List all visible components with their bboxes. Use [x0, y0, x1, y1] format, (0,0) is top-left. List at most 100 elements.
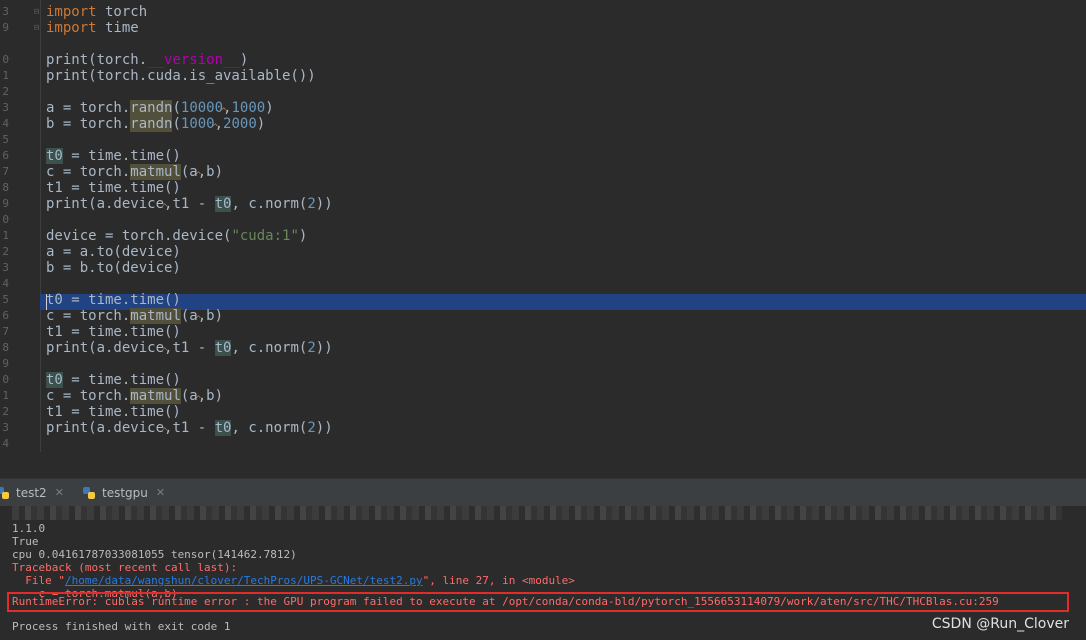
run-panel: test2 ✕ testgpu ✕ 1.1.0 True cpu 0.04161… — [0, 478, 1086, 640]
console-error-line: File "/home/data/wangshun/clover/TechPro… — [12, 574, 575, 587]
dunder-attribute: __version__ — [147, 52, 240, 68]
line-number: 7 — [2, 165, 9, 178]
line-number: 2 — [2, 245, 9, 258]
code-line-current[interactable]: t0 = time.time() — [46, 292, 181, 308]
line-number: 6 — [2, 309, 9, 322]
number-literal: 1000 — [180, 116, 215, 132]
tab-testgpu[interactable]: testgpu ✕ — [82, 479, 165, 506]
comma: , — [223, 100, 231, 116]
line-number: 3 — [2, 421, 9, 434]
code-line[interactable]: import torch — [46, 4, 147, 20]
line-number: 5 — [2, 293, 9, 306]
code-line[interactable]: print(a.device,t1 - t0, c.norm(2)) — [46, 420, 333, 436]
number-literal: 10000 — [180, 100, 224, 116]
code-line[interactable]: t1 = time.time() — [46, 180, 181, 196]
line-number: 4 — [2, 117, 9, 130]
code-text: ( — [172, 100, 181, 116]
code-line[interactable]: t0 = time.time() — [46, 148, 181, 164]
line-number: 7 — [2, 325, 9, 338]
comma: , — [215, 116, 223, 132]
code-line[interactable]: b = torch.randn(1000,2000) — [46, 116, 265, 132]
line-number: 2 — [2, 405, 9, 418]
code-line[interactable]: print(a.device,t1 - t0, c.norm(2)) — [46, 196, 333, 212]
code-text: , c.norm( — [231, 196, 308, 212]
variable-t0: t0 — [214, 420, 232, 436]
code-editor[interactable]: 3 9 0 1 2 3 4 5 6 7 8 9 0 1 2 3 4 5 6 7 … — [0, 0, 1086, 452]
function-name: randn — [130, 100, 173, 116]
code-text: File " — [12, 574, 65, 587]
code-text: print(torch. — [46, 52, 148, 68]
keyword: import — [46, 20, 97, 36]
code-line[interactable]: t0 = time.time() — [46, 372, 181, 388]
code-text: )) — [315, 340, 333, 356]
code-text: )) — [315, 196, 333, 212]
variable-t0: t0 — [214, 196, 232, 212]
line-number: 6 — [2, 149, 9, 162]
tab-label: test2 — [16, 485, 47, 500]
line-number: 9 — [2, 357, 9, 370]
code-line[interactable]: c = torch.matmul(a,b) — [46, 388, 223, 404]
code-text: b = torch. — [46, 116, 131, 132]
code-text: print(a.device — [46, 340, 165, 356]
code-line[interactable]: device = torch.device("cuda:1") — [46, 228, 307, 244]
code-line[interactable]: import time — [46, 20, 139, 36]
python-icon — [0, 486, 9, 499]
code-line[interactable]: t1 = time.time() — [46, 324, 181, 340]
code-text: t1 - — [172, 420, 215, 436]
tab-test2[interactable]: test2 ✕ — [0, 479, 64, 506]
code-text: print(a.device — [46, 196, 165, 212]
code-text: c = torch. — [46, 388, 131, 404]
code-text: t1 - — [172, 196, 215, 212]
variable-t0: t0 — [214, 340, 232, 356]
number-literal: 2 — [307, 420, 316, 436]
line-number: 5 — [2, 133, 9, 146]
close-icon[interactable]: ✕ — [156, 486, 165, 499]
variable-t0: t0 — [46, 372, 63, 388]
gutter-divider — [40, 0, 41, 452]
code-text: c = torch. — [46, 308, 131, 324]
code-line[interactable]: c = torch.matmul(a,b) — [46, 308, 223, 324]
code-line[interactable]: a = torch.randn(10000,1000) — [46, 100, 274, 116]
line-number-gutter: 3 9 0 1 2 3 4 5 6 7 8 9 0 1 2 3 4 5 6 7 … — [0, 0, 40, 452]
code-line[interactable]: c = torch.matmul(a,b) — [46, 164, 223, 180]
close-icon[interactable]: ✕ — [55, 486, 64, 499]
console-output[interactable]: 1.1.0 True cpu 0.04161787033081055 tenso… — [0, 506, 1086, 640]
code-text: b) — [206, 388, 224, 404]
code-text: a = torch. — [46, 100, 131, 116]
console-line: cpu 0.04161787033081055 tensor(141462.78… — [12, 548, 297, 561]
comma: , — [198, 388, 206, 404]
function-name: randn — [130, 116, 173, 132]
code-text: b) — [206, 164, 224, 180]
code-line[interactable]: print(torch.__version__) — [46, 52, 248, 68]
code-text: ( — [172, 116, 181, 132]
line-number: 8 — [2, 181, 9, 194]
code-text: ) — [298, 228, 308, 244]
line-number: 0 — [2, 213, 9, 226]
line-number: 0 — [2, 373, 9, 386]
code-line[interactable]: print(torch.cuda.is_available()) — [46, 68, 316, 84]
comma: , — [164, 340, 172, 356]
code-text: t1 - — [172, 340, 215, 356]
console-line: True — [12, 535, 39, 548]
code-text: = time.time() — [62, 148, 181, 164]
number-literal: 2000 — [223, 116, 257, 132]
python-icon — [83, 486, 95, 499]
keyword: import — [46, 4, 97, 20]
code-line[interactable]: a = a.to(device) — [46, 244, 181, 260]
code-text: ) — [239, 52, 249, 68]
code-text: b) — [206, 308, 224, 324]
variable-t0: t0 — [46, 148, 63, 164]
function-name: matmul — [130, 308, 181, 324]
code-line[interactable]: print(a.device,t1 - t0, c.norm(2)) — [46, 340, 333, 356]
code-line[interactable]: b = b.to(device) — [46, 260, 181, 276]
code-line[interactable]: t1 = time.time() — [46, 404, 181, 420]
number-literal: 1000 — [231, 100, 266, 116]
code-text: time — [96, 20, 139, 36]
runtime-error-line: RuntimeError: cublas runtime error : the… — [12, 595, 999, 608]
line-number: 1 — [2, 229, 9, 242]
code-text: ) — [256, 116, 266, 132]
file-link[interactable]: /home/data/wangshun/clover/TechPros/UPS-… — [65, 574, 423, 587]
line-number: 4 — [2, 277, 9, 290]
code-text: )) — [315, 420, 333, 436]
exit-status-line: Process finished with exit code 1 — [12, 620, 231, 633]
